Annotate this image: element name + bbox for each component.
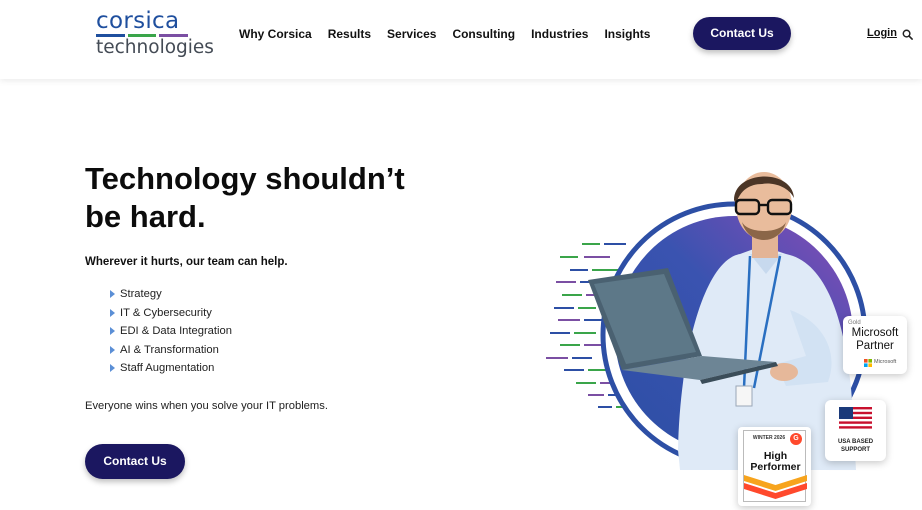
g2-chevron-stripes <box>744 475 807 499</box>
usa-support-label: USA BASED SUPPORT <box>837 439 874 453</box>
ms-brand-label: Microsoft <box>874 359 897 365</box>
ms-level-label: Gold <box>848 320 861 326</box>
list-item: Staff Augmentation <box>108 361 232 380</box>
nav-results[interactable]: Results <box>328 27 371 41</box>
service-list: Strategy IT & Cybersecurity EDI & Data I… <box>108 287 232 380</box>
hero-contact-button[interactable]: Contact Us <box>85 444 185 479</box>
nav-consulting[interactable]: Consulting <box>452 27 515 41</box>
corsica-logo[interactable]: corsica technologies <box>96 9 216 61</box>
hero-title: Technology shouldn’t be hard. <box>85 161 405 234</box>
usa-support-badge: USA BASED SUPPORT <box>825 400 886 461</box>
nav-industries[interactable]: Industries <box>531 27 588 41</box>
microsoft-partner-badge: Gold Microsoft Partner Microsoft <box>843 316 907 374</box>
hero-tagline: Wherever it hurts, our team can help. <box>85 256 288 268</box>
hero-closing-text: Everyone wins when you solve your IT pro… <box>85 400 328 412</box>
search-icon[interactable] <box>902 29 913 40</box>
nav-services[interactable]: Services <box>387 27 436 41</box>
ms-partner-title: Microsoft Partner <box>851 327 899 352</box>
list-item: IT & Cybersecurity <box>108 306 232 325</box>
g2-season-label: WINTER 2026 <box>752 435 786 441</box>
g2-badge-title: High Performer <box>750 450 801 473</box>
login-link[interactable]: Login <box>867 27 897 39</box>
nav-insights[interactable]: Insights <box>604 27 650 41</box>
site-header: corsica technologies Why Corsica Results… <box>0 0 922 79</box>
us-flag-icon <box>839 407 872 431</box>
list-item: EDI & Data Integration <box>108 324 232 343</box>
g2-high-performer-badge: WINTER 2026 G High Performer <box>738 427 811 506</box>
header-contact-button[interactable]: Contact Us <box>693 17 791 50</box>
microsoft-logo-icon <box>864 359 872 367</box>
logo-wordmark-top: corsica <box>96 8 180 34</box>
nav-why-corsica[interactable]: Why Corsica <box>239 27 312 41</box>
list-item: Strategy <box>108 287 232 306</box>
main-nav: Why Corsica Results Services Consulting … <box>239 27 650 41</box>
g2-logo-icon: G <box>790 433 802 445</box>
logo-wordmark-bottom: technologies <box>96 37 214 58</box>
list-item: AI & Transformation <box>108 343 232 362</box>
g2-badge-frame: WINTER 2026 G High Performer <box>743 430 807 502</box>
